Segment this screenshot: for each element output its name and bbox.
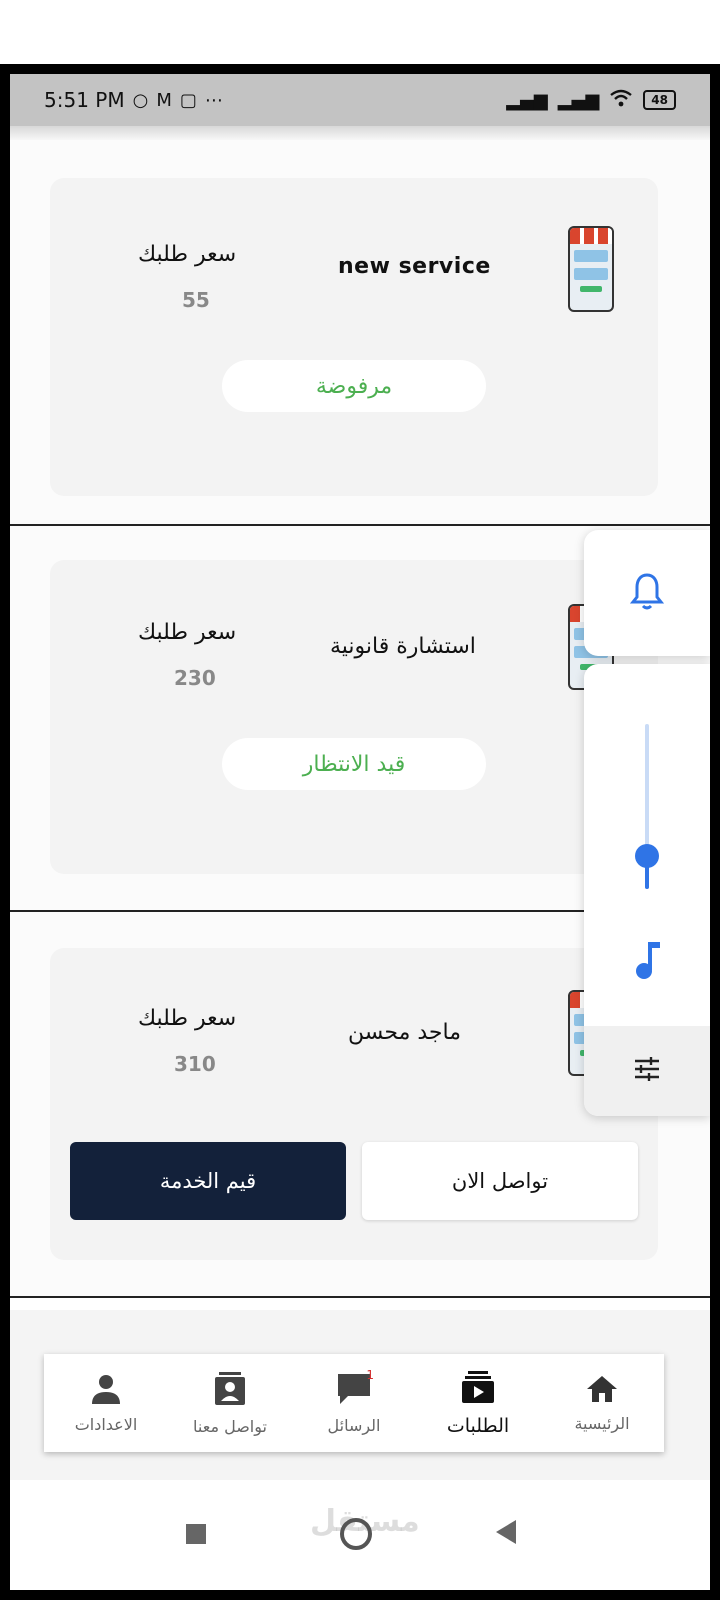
status-badge: قيد الانتظار [222, 738, 486, 790]
status-right: ▂▄▆ ▂▄▆ 48 [506, 88, 676, 113]
music-note-icon [632, 940, 662, 984]
back-button[interactable] [496, 1520, 516, 1544]
system-nav-bar: مستقل [10, 1480, 710, 1590]
order-card[interactable]: ماجد محسن سعر طلبك 310 قيم الخدمة تواصل … [50, 948, 658, 1260]
price-label: سعر طلبك [138, 620, 237, 645]
unread-badge: 1 [366, 1368, 374, 1382]
order-title: new service [338, 254, 491, 279]
volume-slider-knob[interactable] [635, 844, 659, 868]
status-badge: مرفوضة [222, 360, 486, 412]
signal-icon: ▂▄▆ [557, 89, 600, 111]
nav-home[interactable]: الرئيسية [540, 1354, 664, 1452]
wifi-icon [609, 88, 633, 113]
nav-label: تواصل معنا [193, 1416, 267, 1436]
order-title: ماجد محسن [348, 1020, 461, 1045]
order-title: استشارة قانونية [330, 634, 476, 659]
whatsapp-icon: ○ [132, 89, 149, 111]
phone-frame: 5:51 PM ○ M ▢ ⋯ ▂▄▆ ▂▄▆ 48 new service س… [0, 64, 720, 1600]
home-button[interactable] [340, 1518, 372, 1550]
equalizer-icon [633, 1056, 661, 1086]
order-item[interactable]: new service سعر طلبك 55 مرفوضة [10, 140, 710, 526]
price-value: 230 [174, 666, 216, 690]
service-thumbnail [568, 226, 614, 312]
bottom-nav: الرئيسية الطلبات 1 الرسائل تواصل معنا ال… [44, 1354, 664, 1452]
volume-panel [584, 664, 710, 1116]
status-bar: 5:51 PM ○ M ▢ ⋯ ▂▄▆ ▂▄▆ 48 [10, 74, 710, 126]
price-value: 310 [174, 1052, 216, 1076]
bell-icon [629, 571, 665, 615]
price-label: سعر طلبك [138, 242, 237, 267]
status-time: 5:51 PM [44, 88, 125, 112]
signal-icon: ▂▄▆ [506, 89, 548, 111]
nav-messages[interactable]: 1 الرسائل [292, 1354, 416, 1452]
contact-now-button[interactable]: تواصل الان [362, 1142, 638, 1220]
gmail-icon: M [156, 89, 172, 111]
instagram-icon: ▢ [179, 89, 197, 111]
price-value: 55 [182, 288, 210, 312]
nav-label: الرئيسية [574, 1413, 630, 1433]
screen: 5:51 PM ○ M ▢ ⋯ ▂▄▆ ▂▄▆ 48 new service س… [10, 74, 710, 1590]
battery-icon: 48 [643, 90, 676, 110]
nav-settings[interactable]: الاعدادات [44, 1354, 168, 1452]
status-left: 5:51 PM ○ M ▢ ⋯ [44, 88, 223, 112]
nav-label: الاعدادات [74, 1414, 138, 1434]
person-icon [89, 1373, 123, 1409]
sound-settings-button[interactable] [584, 1026, 710, 1116]
ring-mode-button[interactable] [584, 530, 710, 656]
order-card[interactable]: استشارة قانونية سعر طلبك 230 قيد الانتظا… [50, 560, 658, 874]
price-label: سعر طلبك [138, 1006, 237, 1031]
more-icon: ⋯ [204, 89, 223, 111]
nav-label: الرسائل [327, 1415, 381, 1435]
home-icon [585, 1374, 619, 1408]
rate-service-button[interactable]: قيم الخدمة [70, 1142, 346, 1220]
nav-contact[interactable]: تواصل معنا [168, 1354, 292, 1452]
orders-icon [460, 1369, 496, 1409]
nav-label: الطلبات [446, 1415, 510, 1437]
recents-button[interactable] [186, 1524, 206, 1544]
appbar-shadow [10, 126, 710, 140]
order-card[interactable]: new service سعر طلبك 55 مرفوضة [50, 178, 658, 496]
nav-orders[interactable]: الطلبات [416, 1354, 540, 1452]
contact-icon [213, 1371, 247, 1411]
